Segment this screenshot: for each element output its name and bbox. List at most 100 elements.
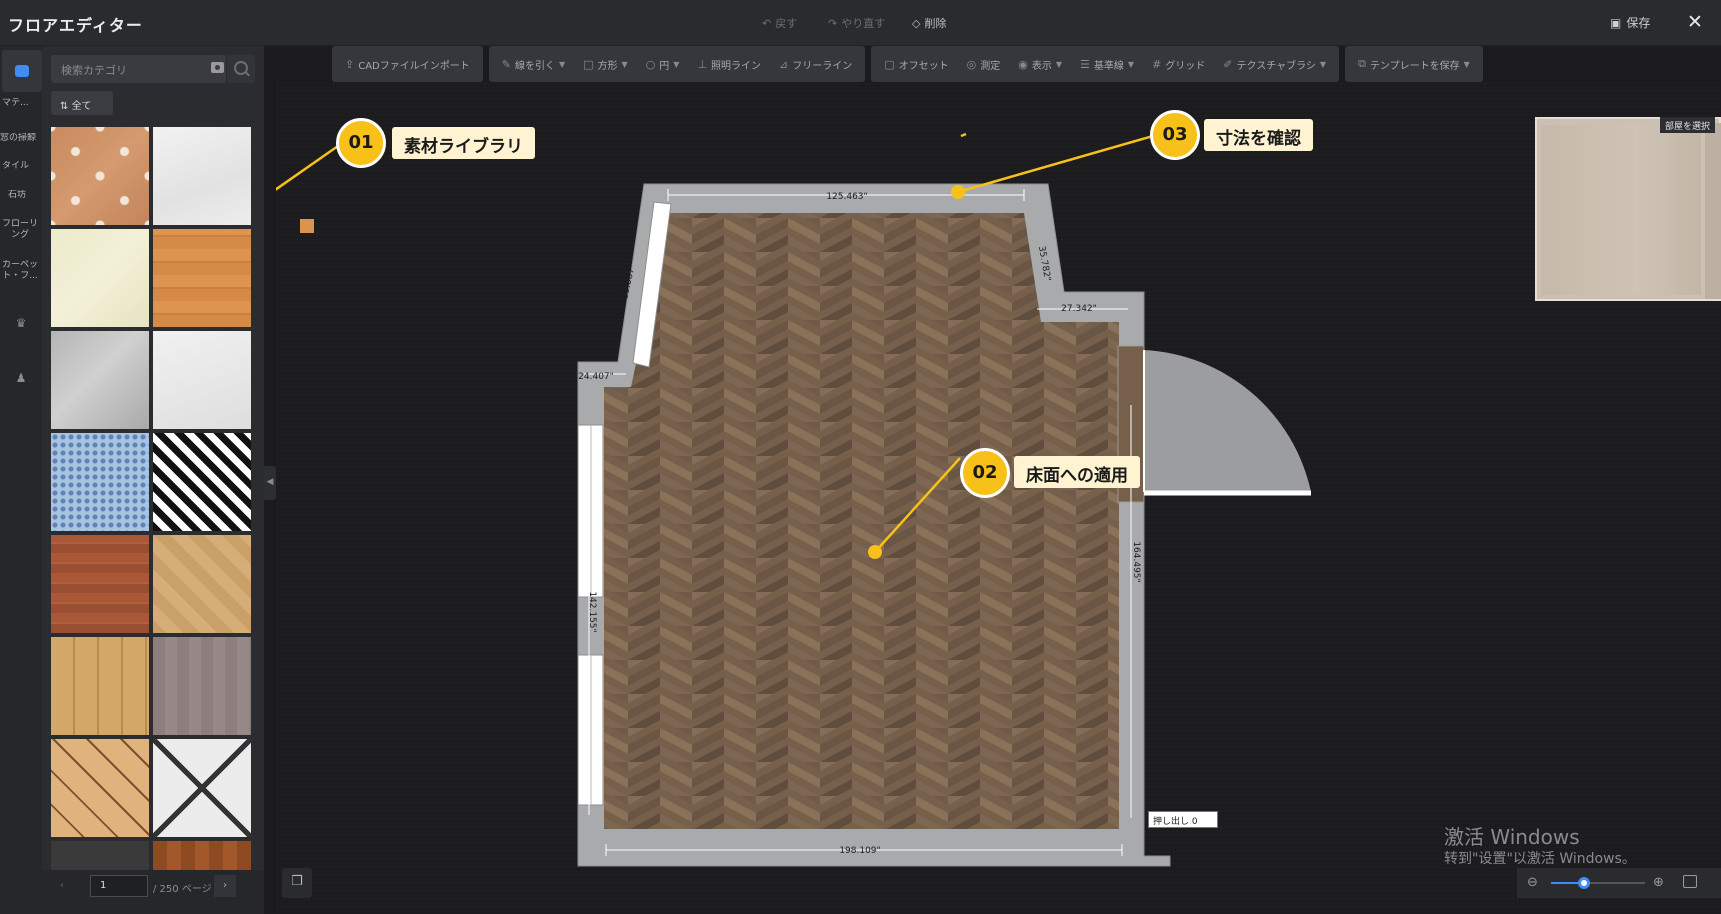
user-icon[interactable]: ♟: [12, 371, 30, 387]
chevron-down-icon: ▼: [1055, 59, 1063, 69]
all-filter-button[interactable]: ⇅ 全て: [51, 91, 113, 115]
save-template-button[interactable]: ⧉ テンプレートを保存 ▼: [1351, 46, 1477, 82]
chevron-down-icon: ▼: [673, 59, 680, 69]
offset-button[interactable]: ▢ オフセット: [877, 46, 955, 82]
page-input[interactable]: 1: [90, 875, 148, 897]
cad-import-label: CADファイルインポート: [358, 60, 470, 72]
baseline-icon: ☰: [1080, 57, 1090, 71]
texture-brush-button[interactable]: ✐ テクスチャブラシ ▼: [1216, 46, 1333, 82]
offset-label: オフセット: [898, 60, 949, 72]
light-line-button[interactable]: ⊥ 照明ライン: [690, 46, 768, 82]
grid-button[interactable]: # グリッド: [1145, 46, 1212, 82]
dim-left: 142.155": [587, 591, 597, 632]
prev-page-button[interactable]: ‹: [60, 880, 64, 891]
rail-item-material[interactable]: マテ...: [2, 98, 44, 109]
material-tile[interactable]: [51, 127, 149, 225]
material-icon: [15, 65, 29, 77]
callout-01-number: 01: [336, 118, 386, 168]
rect-button[interactable]: □ 方形 ▼: [576, 46, 635, 82]
material-tile[interactable]: [51, 841, 149, 871]
zoom-in-icon[interactable]: ⊕: [1653, 875, 1664, 890]
material-tile[interactable]: [153, 331, 251, 429]
next-page-button[interactable]: ›: [214, 875, 236, 897]
rail-material-tab[interactable]: [2, 50, 42, 92]
select-room-tag[interactable]: 部屋を選択: [1660, 117, 1716, 133]
free-line-button[interactable]: ⊿ フリーライン: [772, 46, 859, 82]
material-tile[interactable]: [51, 229, 149, 327]
pagination: ‹ 1 / 250 ページ ›: [42, 870, 264, 914]
toolbar-group-draw: ✎ 線を引く ▼ □ 方形 ▼ ○ 円 ▼ ⊥ 照明ライン ⊿ フリーライン: [488, 46, 866, 82]
draw-wall-button[interactable]: ✎ 線を引く ▼: [495, 46, 572, 82]
rail-item-window[interactable]: 窓の掃鯨: [0, 133, 42, 144]
undo-button[interactable]: ↶ 戻す: [762, 15, 797, 31]
zoom-control: ⊖ ⊕: [1517, 868, 1721, 898]
save-label: 保存: [1626, 16, 1651, 30]
chevron-down-icon: ▼: [1127, 59, 1135, 69]
floor-plan[interactable]: 125.463" 198.109" 59.067" 35.782" 27.342…: [276, 82, 1721, 914]
dim-step-left: 24.407": [578, 372, 614, 382]
material-tile[interactable]: [153, 637, 251, 735]
measure-label: 測定: [980, 60, 1001, 72]
upload-icon: ⇪: [345, 57, 355, 71]
close-button[interactable]: ✕: [1684, 11, 1706, 33]
chevron-down-icon: ▼: [558, 59, 566, 69]
search-placeholder: 検索カテゴリ: [61, 64, 127, 77]
delete-button[interactable]: ◇ 削除: [912, 15, 946, 31]
material-tile[interactable]: [51, 535, 149, 633]
floor-canvas[interactable]: 125.463" 198.109" 59.067" 35.782" 27.342…: [276, 82, 1721, 914]
material-tile[interactable]: [51, 331, 149, 429]
zoom-out-icon[interactable]: ⊖: [1527, 875, 1538, 890]
circle-icon: ○: [645, 57, 656, 71]
material-tile[interactable]: [153, 127, 251, 225]
circle-button[interactable]: ○ 円 ▼: [639, 46, 687, 82]
material-tile[interactable]: [51, 637, 149, 735]
activation-watermark-sub: 转到"设置"以激活 Windows。: [1444, 851, 1636, 867]
camera-icon[interactable]: [211, 62, 224, 73]
delete-label: 削除: [924, 17, 947, 30]
material-tile[interactable]: [153, 739, 251, 837]
zoom-slider[interactable]: [1551, 877, 1645, 889]
all-filter-label: 全て: [71, 101, 92, 112]
left-rail: マテ... 窓の掃鯨 タイル 石坊 フローリング カーペット・フ... ♛ ♟: [0, 46, 42, 914]
texture-brush-label: テクスチャブラシ: [1236, 60, 1316, 72]
extrude-field[interactable]: 押し出し 0: [1148, 811, 1218, 828]
fit-screen-icon[interactable]: [1683, 875, 1697, 888]
callout-03-dot: [951, 185, 965, 199]
undo-icon: ↶: [762, 16, 772, 30]
material-tile[interactable]: [51, 739, 149, 837]
chevron-down-icon: ▼: [621, 59, 628, 69]
cad-import-button[interactable]: ⇪ CADファイルインポート: [338, 46, 477, 82]
crown-icon[interactable]: ♛: [12, 316, 30, 332]
search-button[interactable]: [227, 55, 255, 83]
callout-03-label: 寸法を確認: [1204, 119, 1313, 151]
page-total: / 250 ページ: [153, 884, 212, 895]
material-tile[interactable]: [153, 229, 251, 327]
panel-collapse-handle[interactable]: ◀: [264, 466, 276, 500]
material-tile[interactable]: [153, 841, 251, 871]
room-preview[interactable]: [1535, 117, 1721, 301]
search-input[interactable]: 検索カテゴリ: [51, 55, 226, 83]
zoom-slider-knob[interactable]: [1577, 877, 1590, 889]
material-tile[interactable]: [153, 433, 251, 531]
save-template-label: テンプレートを保存: [1369, 60, 1460, 72]
material-tile[interactable]: [153, 535, 251, 633]
measure-button[interactable]: ◎ 測定: [960, 46, 1008, 82]
rail-item-carpet[interactable]: カーペット・フ...: [0, 260, 40, 282]
redo-icon: ↷: [828, 16, 838, 30]
freeline-icon: ⊿: [779, 57, 789, 71]
rail-item-tile[interactable]: タイル: [2, 161, 44, 172]
grid-icon: #: [1152, 57, 1162, 71]
toolbar-group-template: ⧉ テンプレートを保存 ▼: [1345, 46, 1483, 82]
material-tile[interactable]: [51, 433, 149, 531]
redo-button[interactable]: ↷ やり直す: [828, 15, 885, 31]
rail-item-flooring[interactable]: フローリング: [0, 219, 40, 241]
callout-03-number: 03: [1150, 110, 1200, 160]
display-button[interactable]: ◉ 表示 ▼: [1011, 46, 1069, 82]
free-line-label: フリーライン: [792, 60, 853, 72]
material-grid: [51, 127, 255, 877]
save-button[interactable]: ▣ 保存: [1610, 14, 1650, 31]
save-icon: ▣: [1610, 15, 1622, 30]
view-3d-button[interactable]: ❒: [282, 868, 312, 898]
baseline-button[interactable]: ☰ 基準線 ▼: [1073, 46, 1141, 82]
activation-watermark-title: 激活 Windows: [1444, 825, 1580, 849]
